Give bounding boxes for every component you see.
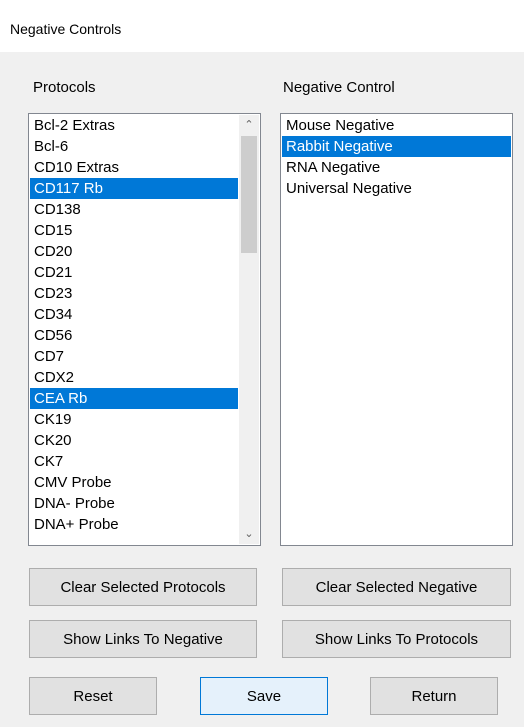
protocol-list-item[interactable]: CD117 Rb bbox=[30, 178, 238, 199]
return-button[interactable]: Return bbox=[370, 677, 498, 715]
protocol-list-item[interactable]: Bcl-2 Extras bbox=[30, 115, 238, 136]
negative-control-label: Negative Control bbox=[283, 79, 395, 96]
protocols-label: Protocols bbox=[33, 79, 96, 96]
protocols-list: Bcl-2 Extras Bcl-6 CD10 Extras CD117 Rb CD13… bbox=[30, 115, 238, 535]
protocols-listbox[interactable]: Bcl-2 Extras Bcl-6 CD10 Extras CD117 Rb CD13… bbox=[28, 113, 261, 546]
negative-list-item[interactable]: RNA Negative bbox=[282, 157, 511, 178]
protocol-list-item[interactable]: CEA Rb bbox=[30, 388, 238, 409]
protocol-list-item[interactable]: CMV Probe bbox=[30, 472, 238, 493]
show-links-to-protocols-button[interactable]: Show Links To Protocols bbox=[282, 620, 511, 658]
negative-list-item[interactable]: Mouse Negative bbox=[282, 115, 511, 136]
window-title: Negative Controls bbox=[10, 21, 122, 37]
protocol-list-item[interactable]: CDX2 bbox=[30, 367, 238, 388]
title-bar: Negative Controls bbox=[0, 0, 524, 52]
protocol-list-item[interactable]: DNA+ Probe bbox=[30, 514, 238, 535]
clear-selected-negative-button[interactable]: Clear Selected Negative bbox=[282, 568, 511, 606]
protocol-list-item[interactable]: CD7 bbox=[30, 346, 238, 367]
reset-button[interactable]: Reset bbox=[29, 677, 157, 715]
negative-list-item[interactable]: Universal Negative bbox=[282, 178, 511, 199]
protocol-list-item[interactable]: CD15 bbox=[30, 220, 238, 241]
protocol-list-item[interactable]: CD34 bbox=[30, 304, 238, 325]
protocol-list-item[interactable]: CK20 bbox=[30, 430, 238, 451]
protocol-list-item[interactable]: CD20 bbox=[30, 241, 238, 262]
protocol-list-item[interactable]: CK7 bbox=[30, 451, 238, 472]
chevron-up-icon[interactable]: ⌃ bbox=[239, 115, 259, 135]
protocol-list-item[interactable]: CD138 bbox=[30, 199, 238, 220]
chevron-down-icon[interactable]: ⌄ bbox=[239, 524, 259, 544]
protocol-list-item[interactable]: Bcl-6 bbox=[30, 136, 238, 157]
protocol-list-item[interactable]: CK19 bbox=[30, 409, 238, 430]
negative-list-item[interactable]: Rabbit Negative bbox=[282, 136, 511, 157]
protocol-list-item[interactable]: CD23 bbox=[30, 283, 238, 304]
show-links-to-negative-button[interactable]: Show Links To Negative bbox=[29, 620, 257, 658]
protocols-scrollbar[interactable]: ⌃ ⌄ bbox=[239, 115, 259, 544]
protocol-list-item[interactable]: CD10 Extras bbox=[30, 157, 238, 178]
protocol-list-item[interactable]: CD56 bbox=[30, 325, 238, 346]
protocol-list-item[interactable]: DNA- Probe bbox=[30, 493, 238, 514]
negative-control-listbox[interactable]: Mouse Negative Rabbit Negative RNA Negativ… bbox=[280, 113, 513, 546]
protocol-list-item[interactable]: CD21 bbox=[30, 262, 238, 283]
negative-control-list: Mouse Negative Rabbit Negative RNA Negativ… bbox=[282, 115, 511, 199]
save-button[interactable]: Save bbox=[200, 677, 328, 715]
scroll-thumb[interactable] bbox=[241, 136, 257, 253]
clear-selected-protocols-button[interactable]: Clear Selected Protocols bbox=[29, 568, 257, 606]
